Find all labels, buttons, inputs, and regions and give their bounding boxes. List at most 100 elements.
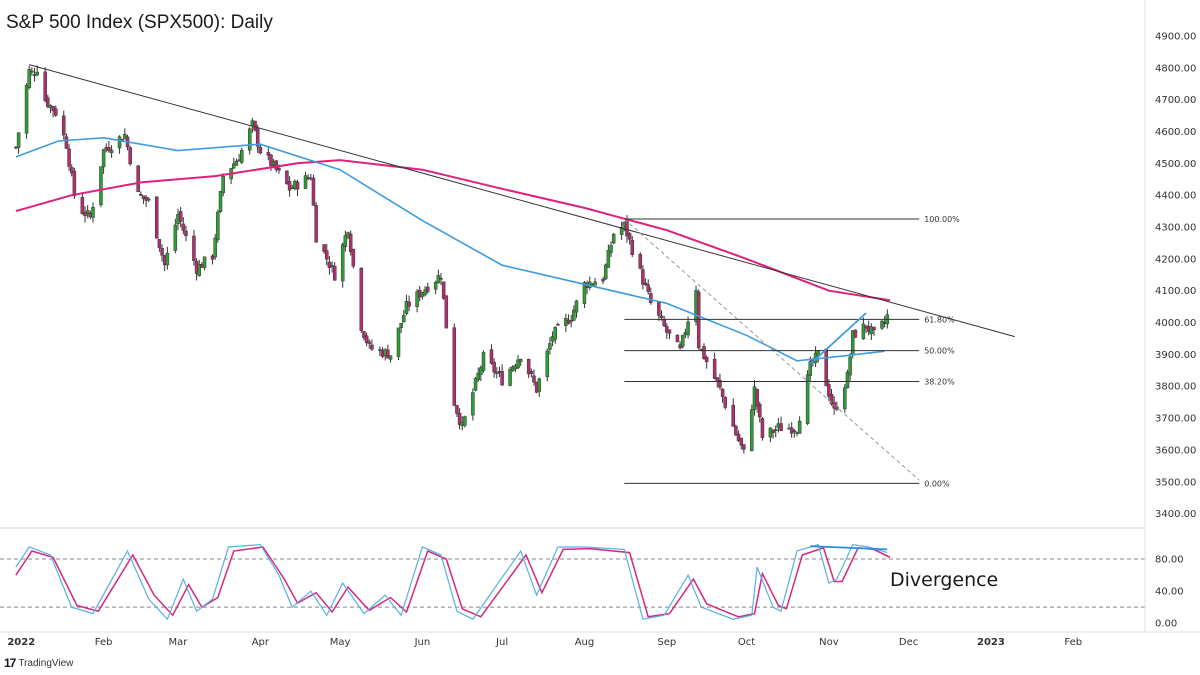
candle-body [72, 170, 77, 197]
oscillator-pane: Divergence [0, 543, 1145, 621]
candle-body [216, 211, 220, 241]
candle-body [332, 266, 337, 281]
candle-body [723, 397, 728, 408]
price-tick-label: 3900.00 [1155, 350, 1196, 361]
candle-up [202, 256, 207, 271]
candle-body [218, 191, 223, 212]
candle-up [99, 166, 103, 208]
price-tick-label: 4800.00 [1155, 63, 1196, 74]
candle-down [154, 196, 159, 239]
candle-body [529, 371, 534, 375]
candle-body [128, 147, 132, 165]
candle-up [240, 147, 244, 165]
candle-down [425, 282, 430, 294]
oscillator-d-line [15, 546, 891, 618]
candle-down [723, 396, 728, 410]
tradingview-logo[interactable]: 17 TradingView [4, 656, 73, 670]
candle-down [526, 358, 531, 379]
candle-up [537, 377, 542, 397]
candle-body [396, 327, 401, 357]
candle-body [247, 128, 252, 151]
candle-down [43, 67, 47, 103]
candle-body [518, 359, 523, 363]
candle-body [792, 430, 797, 432]
fib-level-label: 100.00% [924, 215, 960, 224]
candle-down [824, 348, 828, 387]
price-tick-label: 3500.00 [1155, 477, 1196, 488]
candle-up [481, 350, 486, 373]
candle-body [824, 348, 828, 387]
candle-body [178, 211, 183, 222]
candle-body [388, 355, 393, 360]
candle-body [181, 223, 186, 231]
candle-body [425, 286, 430, 293]
candle-body [367, 341, 372, 344]
time-tick-label: Aug [575, 637, 595, 648]
candle-up [216, 209, 220, 243]
candle-body [853, 329, 858, 338]
candle-down [646, 279, 650, 295]
candle-down [556, 322, 560, 326]
fib-level-label: 50.00% [924, 347, 955, 356]
candle-body [720, 388, 725, 397]
candle-body [731, 404, 735, 427]
candle-body [508, 369, 512, 386]
candle-body [704, 357, 709, 363]
candle-body [351, 249, 356, 267]
fib-level-label: 61.80% [924, 315, 955, 324]
time-tick-label: Feb [95, 637, 113, 648]
candle-body [295, 181, 300, 190]
candle-up [843, 383, 847, 413]
candle-body [686, 321, 690, 336]
candle-up [340, 242, 345, 288]
candle-up [869, 323, 874, 341]
price-tick-label: 3700.00 [1155, 414, 1196, 425]
time-tick-label: Oct [738, 637, 755, 648]
candle-down [742, 444, 746, 454]
resistance-trendline [29, 64, 1015, 338]
candle-down [641, 265, 645, 290]
price-tick-label: 4500.00 [1155, 159, 1196, 170]
candle-body [35, 71, 39, 76]
time-tick-label: Feb [1064, 637, 1082, 648]
candle-body [545, 350, 550, 377]
candle-up [16, 132, 21, 154]
candle-down [359, 267, 364, 333]
oscillator-tick-label: 0.00 [1155, 619, 1177, 630]
candle-up [880, 320, 884, 331]
candle-body [548, 343, 552, 350]
candle-up [303, 171, 308, 189]
time-tick-label: May [330, 637, 351, 648]
candle-body [649, 293, 653, 303]
candle-down [128, 146, 132, 166]
candle-body [402, 315, 406, 323]
price-tick-label: 4900.00 [1155, 31, 1196, 42]
time-tick-label: Jul [495, 637, 508, 648]
candle-body [532, 375, 536, 383]
candle-body [399, 322, 403, 328]
candle-up [436, 269, 441, 284]
candle-body [680, 335, 685, 347]
oscillator-tick-label: 40.00 [1155, 587, 1184, 598]
price-tick-label: 4400.00 [1155, 191, 1196, 202]
time-tick-label: 2023 [977, 637, 1005, 648]
candle-body [606, 250, 611, 268]
fib-level-label: 0.00% [924, 479, 950, 488]
candle-body [43, 71, 47, 101]
candle-body [314, 205, 318, 243]
candle-up [471, 388, 475, 421]
candle-body [702, 346, 706, 359]
candle-body [657, 302, 661, 316]
candle-up [388, 355, 393, 363]
candle-up [797, 416, 802, 434]
candle-down [638, 252, 642, 270]
fib-swing-dashed-line [623, 218, 920, 481]
candle-up [117, 135, 122, 154]
candle-up [588, 276, 592, 291]
candle-body [758, 404, 762, 418]
candle-body [147, 198, 151, 201]
candle-body [556, 324, 560, 326]
candle-body [54, 108, 58, 116]
candle-down [332, 262, 337, 281]
candle-body [327, 261, 332, 268]
